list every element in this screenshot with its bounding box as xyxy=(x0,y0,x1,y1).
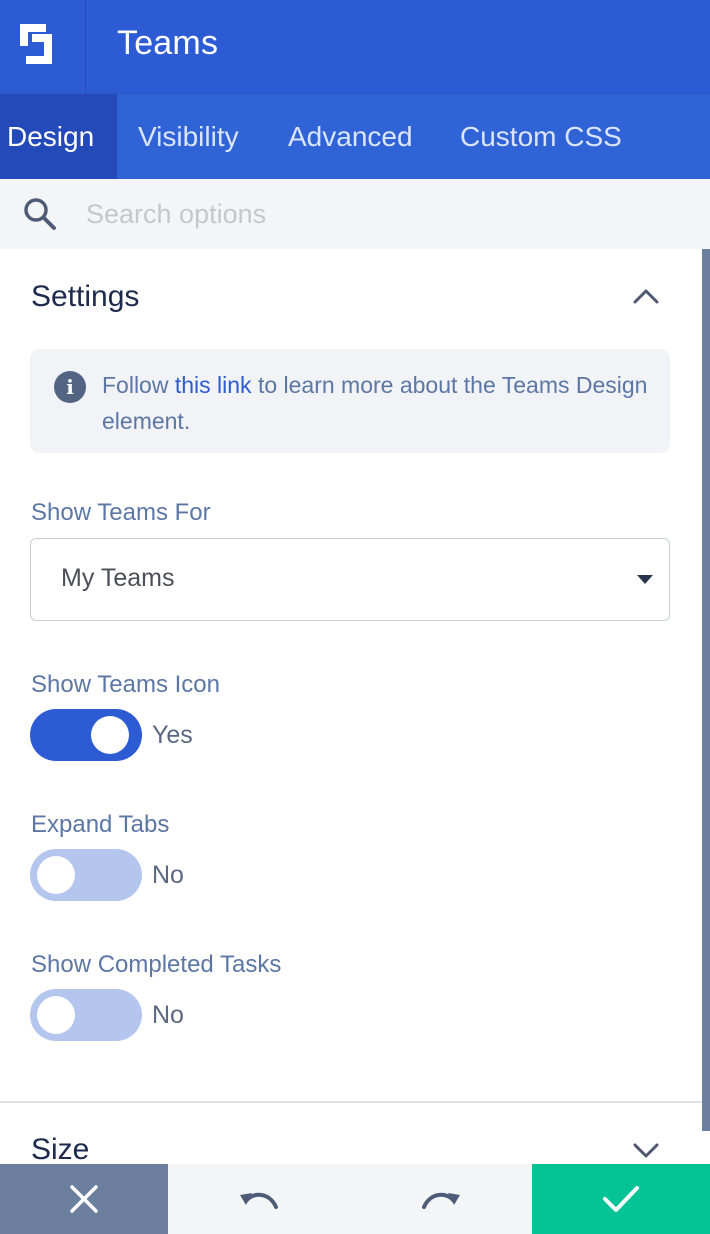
search-bar xyxy=(0,179,710,249)
info-notice: i Follow this link to learn more about t… xyxy=(30,349,670,453)
panel-title: Teams xyxy=(117,24,219,62)
options-panel: Settings i Follow this link to learn mor… xyxy=(0,249,702,1164)
info-link[interactable]: this link xyxy=(175,372,252,398)
size-section-title[interactable]: Size xyxy=(31,1133,89,1164)
show-teams-for-select[interactable]: My Teams xyxy=(30,538,670,621)
tab-custom-css[interactable]: Custom CSS xyxy=(460,94,622,180)
toggle-knob xyxy=(37,996,75,1034)
show-completed-tasks-state: No xyxy=(152,1001,184,1029)
chevron-down-icon[interactable] xyxy=(632,1141,660,1159)
settings-section-title[interactable]: Settings xyxy=(31,280,139,314)
close-icon xyxy=(70,1185,98,1213)
dropdown-caret-icon xyxy=(637,575,653,584)
show-teams-icon-label: Show Teams Icon xyxy=(31,671,220,698)
checkmark-icon xyxy=(603,1186,639,1212)
scrollbar[interactable] xyxy=(702,249,710,1131)
confirm-button[interactable] xyxy=(532,1164,710,1234)
expand-tabs-state: No xyxy=(152,861,184,889)
toggle-knob xyxy=(91,716,129,754)
show-teams-for-label: Show Teams For xyxy=(31,499,211,526)
footer-actions xyxy=(0,1164,710,1234)
show-completed-tasks-toggle[interactable] xyxy=(30,989,142,1041)
info-icon: i xyxy=(54,371,86,403)
show-teams-icon-state: Yes xyxy=(152,721,193,749)
info-text: Follow this link to learn more about the… xyxy=(102,367,652,439)
top-bar: Teams xyxy=(0,0,710,93)
section-divider xyxy=(0,1101,702,1103)
tab-visibility[interactable]: Visibility xyxy=(138,94,239,180)
show-completed-tasks-label: Show Completed Tasks xyxy=(31,951,282,978)
tab-advanced[interactable]: Advanced xyxy=(288,94,413,180)
search-input[interactable] xyxy=(86,193,666,235)
undo-button[interactable] xyxy=(168,1164,350,1234)
chevron-up-icon[interactable] xyxy=(632,287,660,305)
tab-bar: Design Visibility Advanced Custom CSS xyxy=(0,93,710,180)
expand-tabs-label: Expand Tabs xyxy=(31,811,170,838)
toggle-knob xyxy=(37,856,75,894)
expand-tabs-toggle[interactable] xyxy=(30,849,142,901)
tab-design[interactable]: Design xyxy=(0,94,117,180)
search-icon xyxy=(24,198,56,230)
cancel-button[interactable] xyxy=(0,1164,168,1234)
redo-icon xyxy=(422,1192,460,1209)
undo-icon xyxy=(240,1192,278,1209)
logo-icon xyxy=(20,24,52,64)
info-text-before: Follow xyxy=(102,372,175,398)
show-teams-for-value: My Teams xyxy=(61,564,175,592)
show-teams-icon-toggle[interactable] xyxy=(30,709,142,761)
redo-button[interactable] xyxy=(350,1164,532,1234)
app-logo[interactable] xyxy=(0,0,86,93)
